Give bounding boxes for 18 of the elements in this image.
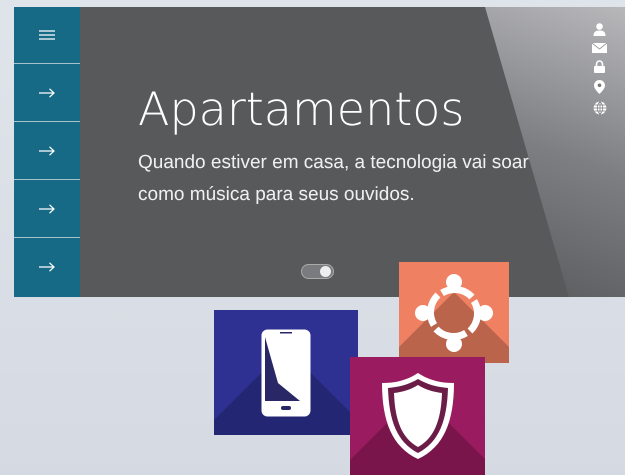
arrow-right-icon bbox=[39, 88, 55, 98]
user-icon[interactable] bbox=[593, 23, 606, 36]
arrow-right-icon bbox=[39, 146, 55, 156]
arrow-right-icon bbox=[39, 262, 55, 272]
shield-tile[interactable] bbox=[350, 357, 485, 475]
menu-icon bbox=[39, 30, 55, 40]
slider-toggle[interactable] bbox=[301, 264, 334, 279]
smartphone-tile[interactable] bbox=[214, 310, 358, 435]
mail-icon[interactable] bbox=[592, 43, 607, 53]
team-circle-icon bbox=[414, 272, 494, 352]
hero-text: Quando estiver em casa, a tecnologia vai soar como música para seus ouvidos. bbox=[138, 151, 530, 207]
lock-icon[interactable] bbox=[594, 60, 605, 73]
arrow-right-icon bbox=[39, 204, 55, 214]
hero-title: Apartamentos bbox=[138, 81, 464, 137]
map-pin-icon[interactable] bbox=[594, 80, 605, 94]
team-tile[interactable] bbox=[399, 262, 509, 363]
smartphone-icon bbox=[260, 328, 312, 418]
globe-icon[interactable] bbox=[592, 101, 606, 115]
